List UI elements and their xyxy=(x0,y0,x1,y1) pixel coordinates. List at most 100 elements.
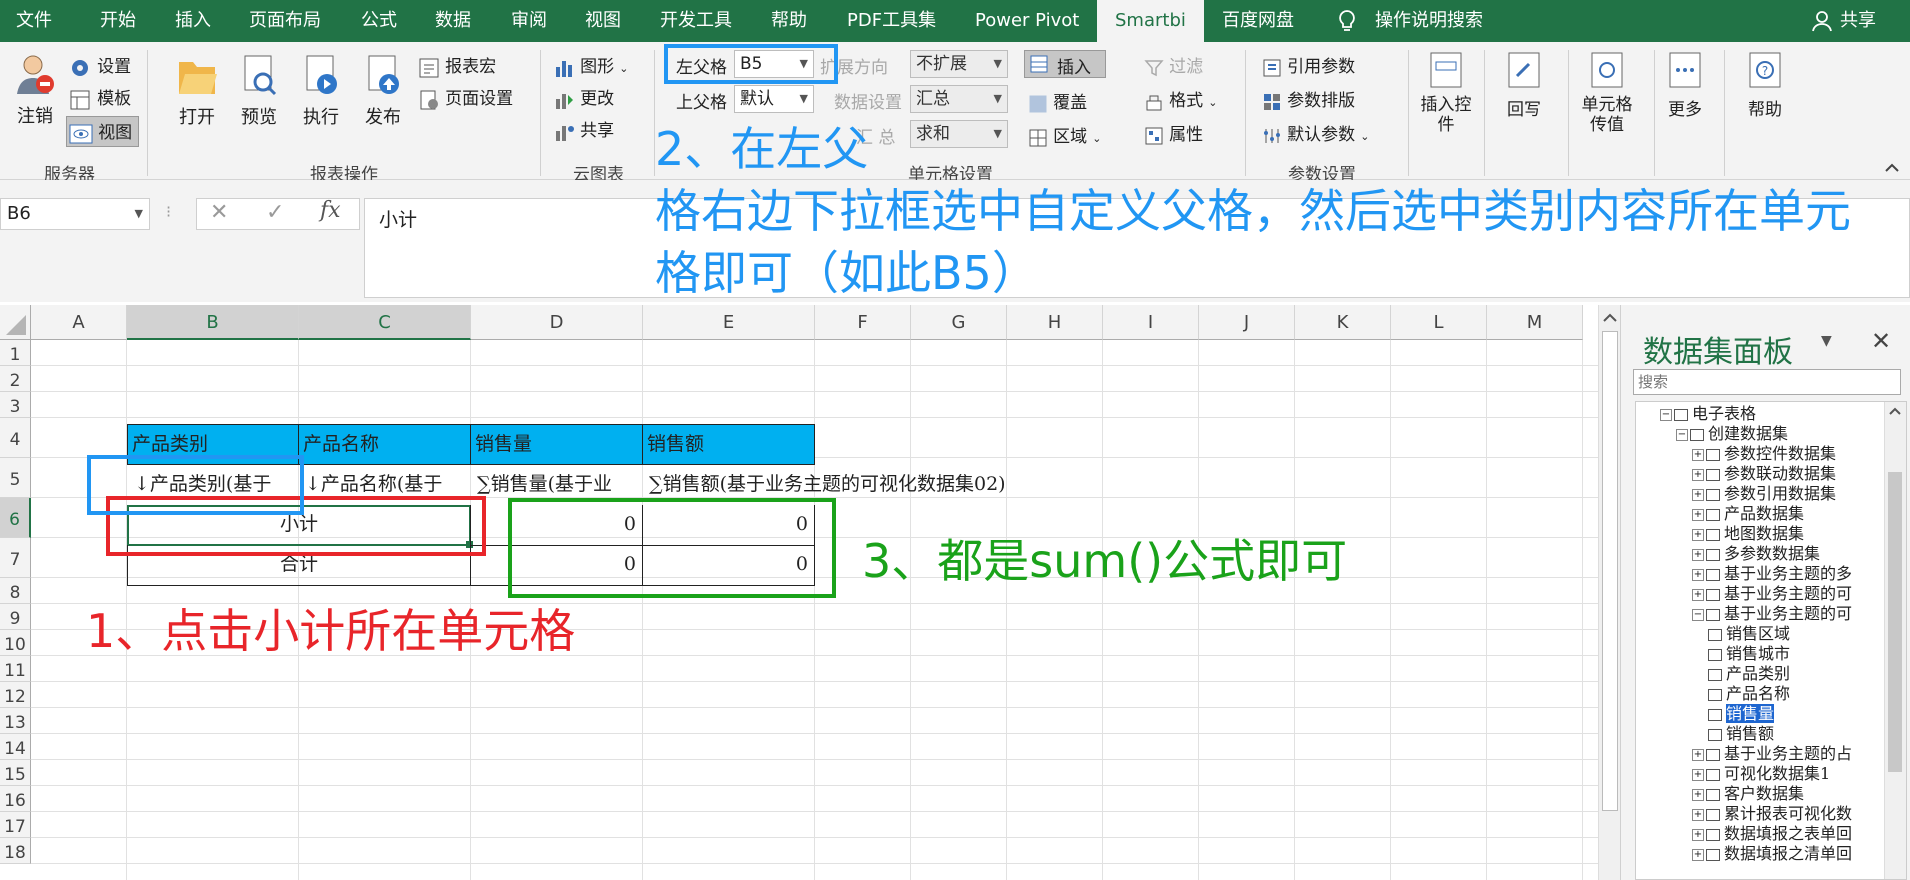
column-header-a[interactable]: A xyxy=(31,305,127,340)
column-header-c[interactable]: C xyxy=(299,305,471,340)
chevron-down-icon[interactable]: ▼ xyxy=(994,51,1002,77)
tree-item[interactable]: − 创建数据集 xyxy=(1676,424,1788,444)
row-header-11[interactable]: 11 xyxy=(0,656,31,682)
scroll-up-icon[interactable] xyxy=(1599,307,1621,329)
tree-item[interactable]: 销售额 xyxy=(1708,724,1774,744)
expand-icon[interactable]: + xyxy=(1692,568,1704,581)
tree-item[interactable]: 销售城市 xyxy=(1708,644,1790,664)
tree-item[interactable]: 产品类别 xyxy=(1708,664,1790,684)
column-header-i[interactable]: I xyxy=(1103,305,1199,340)
row-header-9[interactable]: 9 xyxy=(0,604,31,630)
page-setup-button[interactable]: 页面设置 xyxy=(418,84,513,111)
column-header-j[interactable]: J xyxy=(1199,305,1295,340)
publish-button[interactable]: 发布 xyxy=(356,52,410,129)
expand-direction-combo[interactable]: 不扩展 ▼ xyxy=(910,50,1008,78)
tab-power-pivot[interactable]: Power Pivot xyxy=(975,0,1079,42)
param-layout-button[interactable]: 参数排版 xyxy=(1262,86,1355,112)
expand-icon[interactable]: + xyxy=(1692,748,1704,761)
share-button[interactable]: 共享 xyxy=(1840,0,1876,42)
change-chart-button[interactable]: 更改 xyxy=(553,84,614,111)
tree-item[interactable]: + 产品数据集 xyxy=(1692,504,1804,524)
tell-me-search[interactable]: 操作说明搜索 xyxy=(1375,0,1483,42)
execute-button[interactable]: 执行 xyxy=(294,52,348,129)
scroll-up-icon[interactable] xyxy=(1885,402,1905,420)
chevron-down-icon[interactable]: ▼ xyxy=(135,199,143,229)
tree-item[interactable]: + 基于业务主题的可 xyxy=(1692,584,1852,604)
tree-item[interactable]: + 数据填报之表单回 xyxy=(1692,824,1852,844)
column-header-e[interactable]: E xyxy=(643,305,815,340)
row-header-4[interactable]: 4 xyxy=(0,418,31,458)
tree-item[interactable]: + 数据填报之清单回 xyxy=(1692,844,1852,864)
row-header-8[interactable]: 8 xyxy=(0,578,31,604)
row-header-3[interactable]: 3 xyxy=(0,392,31,418)
tab-data[interactable]: 数据 xyxy=(435,0,471,42)
cancel-formula-icon[interactable]: ✕ xyxy=(210,200,228,225)
tab-insert[interactable]: 插入 xyxy=(175,0,211,42)
dataset-tree[interactable]: − 电子表格 − 创建数据集 + 参数控件数据集 + 参数联动数据集 + 参数引用数据集 + 产品数据… xyxy=(1635,401,1907,880)
panel-search-input[interactable] xyxy=(1633,369,1901,395)
share-chart-button[interactable]: 共享 xyxy=(553,116,614,143)
chart-button[interactable]: 图形 ⌄ xyxy=(553,52,628,79)
tree-scrollbar[interactable] xyxy=(1884,402,1906,879)
tab-home[interactable]: 开始 xyxy=(100,0,136,42)
row-header-6[interactable]: 6 xyxy=(0,498,31,538)
collapse-icon[interactable]: − xyxy=(1692,608,1704,621)
view-button[interactable]: 视图 xyxy=(66,116,140,147)
open-button[interactable]: 打开 xyxy=(170,52,224,129)
tree-item[interactable]: + 地图数据集 xyxy=(1692,524,1804,544)
name-box[interactable]: B6 ▼ xyxy=(0,198,150,230)
column-header-m[interactable]: M xyxy=(1487,305,1583,340)
row-header-18[interactable]: 18 xyxy=(0,838,31,864)
row-header-17[interactable]: 17 xyxy=(0,812,31,838)
tab-formulas[interactable]: 公式 xyxy=(361,0,397,42)
report-macro-button[interactable]: 报表宏 xyxy=(418,52,496,79)
tree-item[interactable]: + 客户数据集 xyxy=(1692,784,1804,804)
tree-item[interactable]: + 可视化数据集1 xyxy=(1692,764,1830,784)
tree-scroll-thumb[interactable] xyxy=(1888,472,1902,772)
logout-button[interactable]: 注销 xyxy=(10,52,60,128)
vertical-scrollbar[interactable] xyxy=(1598,305,1620,880)
tree-item[interactable]: 产品名称 xyxy=(1708,684,1790,704)
tab-developer[interactable]: 开发工具 xyxy=(660,0,732,42)
expand-icon[interactable]: + xyxy=(1692,808,1704,821)
row-header-12[interactable]: 12 xyxy=(0,682,31,708)
insert-mode-button[interactable]: 插入 xyxy=(1024,50,1106,78)
tree-item[interactable]: + 累计报表可视化数 xyxy=(1692,804,1852,824)
tree-item[interactable]: + 参数联动数据集 xyxy=(1692,464,1836,484)
expand-icon[interactable]: + xyxy=(1692,548,1704,561)
collapse-icon[interactable]: − xyxy=(1676,428,1688,441)
expand-icon[interactable]: + xyxy=(1692,848,1704,861)
confirm-formula-icon[interactable]: ✓ xyxy=(266,200,284,225)
header-cell-amount[interactable]: 销售额 xyxy=(642,424,815,465)
row-header-2[interactable]: 2 xyxy=(0,366,31,392)
row-header-15[interactable]: 15 xyxy=(0,760,31,786)
column-header-b[interactable]: B xyxy=(127,305,299,340)
collapse-ribbon-icon[interactable] xyxy=(1884,162,1900,174)
column-header-g[interactable]: G xyxy=(911,305,1007,340)
expand-icon[interactable]: + xyxy=(1692,508,1704,521)
tab-baidu-netdisk[interactable]: 百度网盘 xyxy=(1222,0,1294,42)
filter-button[interactable]: 过滤 xyxy=(1144,52,1203,78)
expand-icon[interactable]: + xyxy=(1692,768,1704,781)
tab-help[interactable]: 帮助 xyxy=(771,0,807,42)
expand-icon[interactable]: + xyxy=(1692,588,1704,601)
row-header-13[interactable]: 13 xyxy=(0,708,31,734)
row-header-1[interactable]: 1 xyxy=(0,340,31,366)
tree-item[interactable]: 销售量 xyxy=(1708,704,1775,724)
tab-file[interactable]: 文件 xyxy=(16,0,52,42)
row-header-16[interactable]: 16 xyxy=(0,786,31,812)
cover-mode-button[interactable]: 覆盖 xyxy=(1028,88,1087,114)
column-header-d[interactable]: D xyxy=(471,305,643,340)
tree-item[interactable]: + 基于业务主题的占 xyxy=(1692,744,1852,764)
header-cell-product[interactable]: 产品名称 xyxy=(298,424,471,465)
settings-button[interactable]: 设置 xyxy=(68,52,131,80)
chevron-down-icon[interactable]: ▼ xyxy=(1821,333,1832,349)
preview-button[interactable]: 预览 xyxy=(232,52,286,129)
tree-item[interactable]: 销售区域 xyxy=(1708,624,1790,644)
expand-icon[interactable]: + xyxy=(1692,448,1704,461)
expand-icon[interactable]: + xyxy=(1692,468,1704,481)
chevron-down-icon[interactable]: ▼ xyxy=(994,86,1002,112)
tree-item[interactable]: − 基于业务主题的可 xyxy=(1692,604,1852,624)
close-icon[interactable]: ✕ xyxy=(1871,327,1891,355)
drag-handle-icon[interactable]: ⁝ xyxy=(166,202,171,221)
